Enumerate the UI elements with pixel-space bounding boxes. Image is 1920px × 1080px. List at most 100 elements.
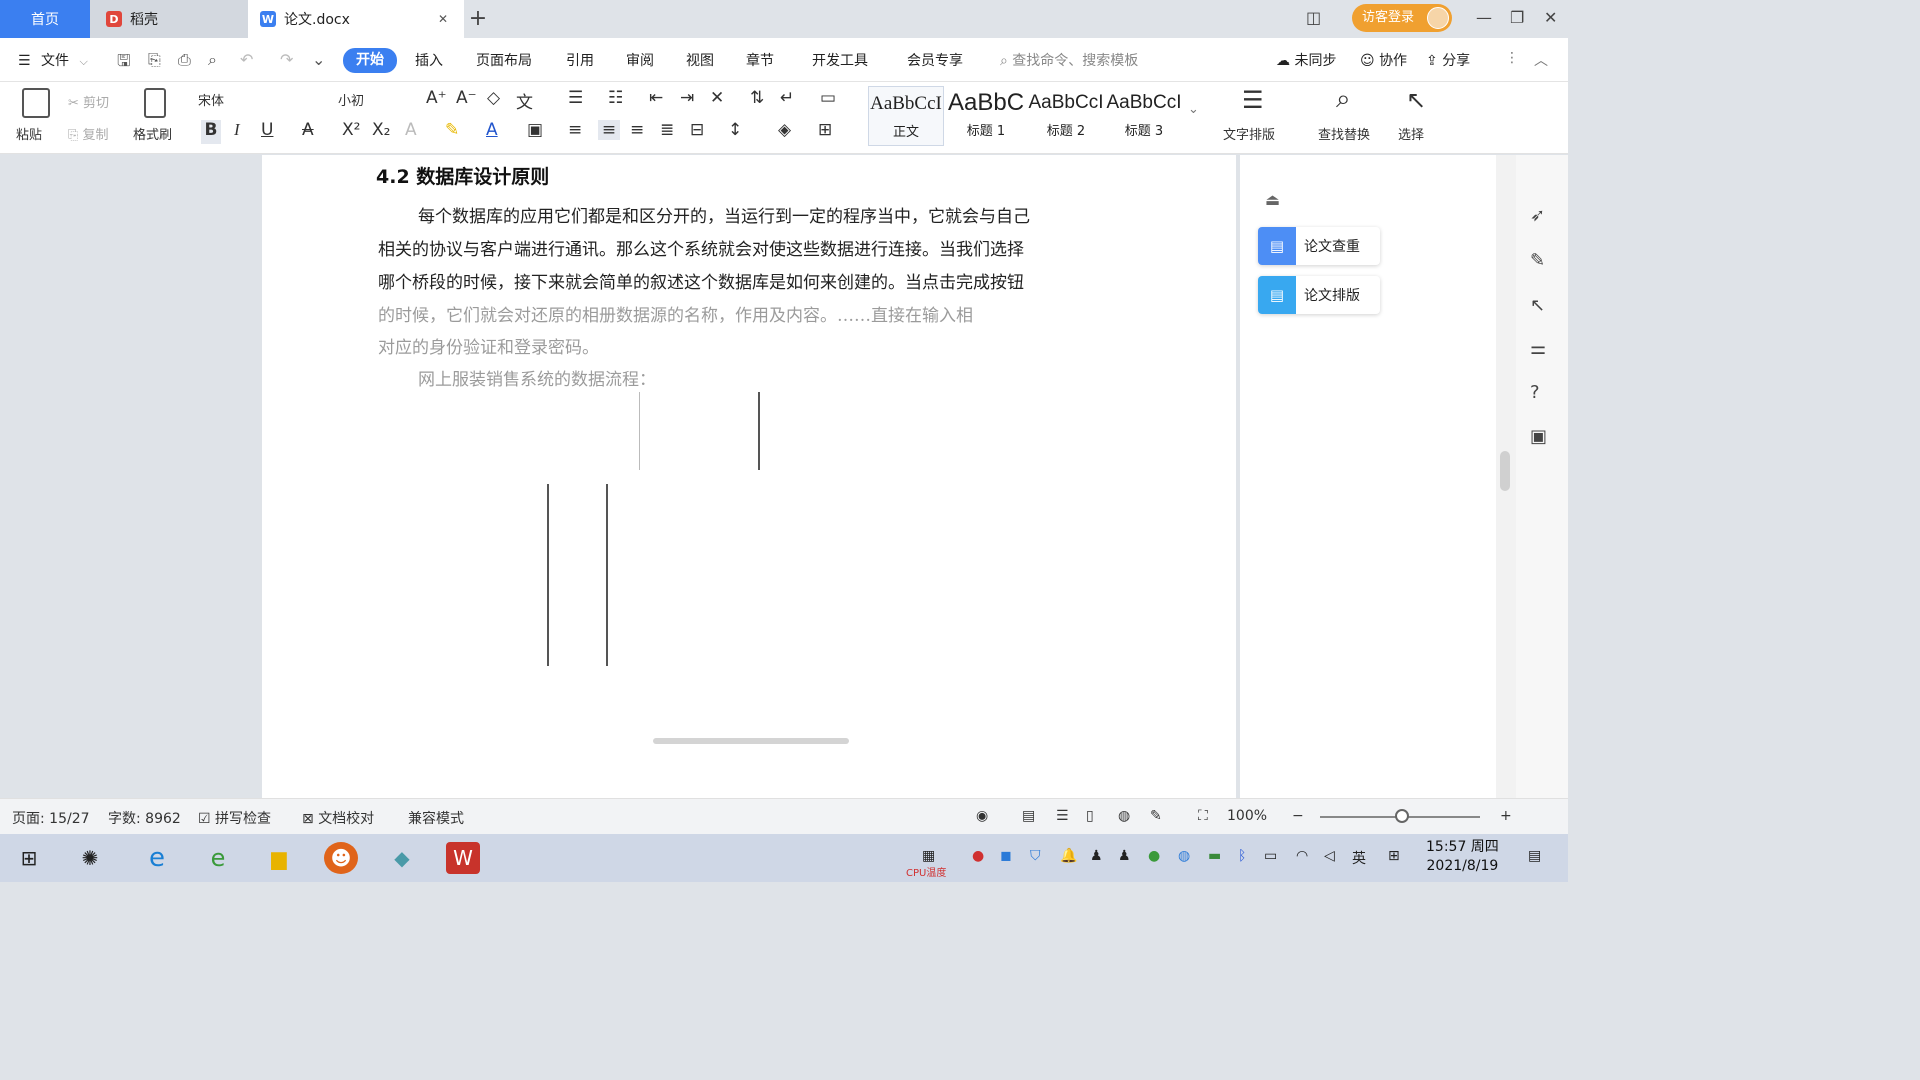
redo-icon[interactable]: ↷ (280, 50, 293, 69)
qq-alt-icon[interactable]: ♟ (1118, 848, 1131, 864)
minimize-icon[interactable]: — (1476, 8, 1492, 27)
layout-icon[interactable]: ◫ (1306, 8, 1321, 27)
collab-button[interactable]: ☺ 协作 (1360, 50, 1407, 70)
rocket-icon[interactable]: ➶ (1530, 205, 1545, 226)
style-heading-2[interactable]: AaBbCcI 标题 2 (1028, 86, 1104, 146)
wifi-icon[interactable]: ◠ (1296, 848, 1308, 864)
antivirus-icon[interactable]: ● (972, 848, 984, 864)
menu-home[interactable]: 开始 (343, 48, 397, 73)
zoom-slider-knob[interactable] (1395, 809, 1409, 823)
window-close-icon[interactable]: ✕ (1544, 8, 1557, 27)
sort-icon[interactable]: ⇅ (750, 88, 764, 108)
shield-icon[interactable]: ⛉ (1030, 848, 1041, 864)
close-icon[interactable]: ✕ (438, 12, 448, 26)
login-button[interactable]: 访客登录 (1352, 4, 1452, 32)
spell-check-button[interactable]: ☑ 拼写检查 (198, 808, 271, 828)
styles-more-icon[interactable]: ⌄ (1188, 102, 1199, 117)
cursor-select-icon[interactable]: ↖ (1406, 86, 1426, 114)
menu-view[interactable]: 视图 (686, 50, 714, 70)
vertical-scrollbar[interactable] (1496, 155, 1516, 798)
zoom-in-icon[interactable]: + (1500, 808, 1512, 824)
windows-start-icon[interactable]: ⊞ (12, 842, 46, 874)
justify-icon[interactable]: ≣ (660, 120, 674, 140)
bullet-list-icon[interactable]: ☰ (568, 88, 583, 108)
bell-icon[interactable]: 🔔 (1060, 848, 1077, 864)
export-icon[interactable]: ⎘ (148, 50, 161, 70)
text-layout-button[interactable]: 文字排版 (1223, 124, 1275, 143)
wps-icon[interactable]: W (446, 842, 480, 874)
highlight-icon[interactable]: ✎ (445, 120, 459, 140)
battery-icon[interactable]: ▭ (1264, 848, 1277, 864)
find-replace-button[interactable]: 查找替换 (1318, 124, 1370, 143)
menu-chapter[interactable]: 章节 (746, 50, 774, 70)
menu-review[interactable]: 审阅 (626, 50, 654, 70)
align-left-icon[interactable]: ≡ (568, 120, 582, 140)
page-view-icon[interactable]: ▤ (1022, 808, 1035, 824)
select-button[interactable]: 选择 (1398, 124, 1424, 143)
collapse-ribbon-icon[interactable]: ︿ (1534, 50, 1548, 70)
increase-indent-icon[interactable]: ⇥ (680, 88, 694, 108)
line-spacing-icon[interactable]: ↕ (728, 120, 742, 140)
char-border-icon[interactable]: ▣ (527, 120, 543, 140)
gallery-icon[interactable]: ▣ (1530, 426, 1547, 447)
style-heading-1[interactable]: AaBbC 标题 1 (948, 86, 1024, 146)
scrollbar-thumb[interactable] (1500, 451, 1510, 491)
share-button[interactable]: ⇪ 分享 (1426, 50, 1470, 70)
qq-icon[interactable]: ♟ (1090, 848, 1103, 864)
adjust-icon[interactable]: ⚌ (1530, 338, 1546, 359)
text-effect-icon[interactable]: A (405, 120, 417, 140)
style-heading-3[interactable]: AaBbCcI 标题 3 (1106, 86, 1182, 146)
ruler-icon[interactable]: ▭ (820, 88, 836, 108)
subscript-icon[interactable]: X₂ (372, 120, 390, 140)
undo-icon[interactable]: ↶ (240, 50, 253, 69)
align-center-icon[interactable]: ≡ (598, 120, 620, 140)
app-tray-icon[interactable]: ● (1148, 848, 1160, 864)
clear-format-icon[interactable]: ◇ (487, 88, 500, 108)
style-normal[interactable]: AaBbCcI 正文 (868, 86, 944, 146)
proofread-button[interactable]: ⊠ 文档校对 (302, 808, 374, 828)
cloud-tray-icon[interactable]: ◍ (1178, 848, 1190, 864)
tab-daoke[interactable]: D 稻壳 (90, 0, 248, 38)
underline-icon[interactable]: U (261, 120, 273, 140)
notification-icon[interactable]: ▤ (1528, 848, 1541, 864)
fit-page-icon[interactable]: ⛶ (1198, 808, 1208, 824)
web-view-icon[interactable]: ◍ (1118, 808, 1130, 824)
menu-insert[interactable]: 插入 (415, 50, 443, 70)
clock[interactable]: 15:57 周四 2021/8/19 (1426, 838, 1499, 876)
gpu-icon[interactable]: ▬ (1208, 848, 1221, 864)
font-color-icon[interactable]: A (486, 120, 498, 140)
shading-icon[interactable]: ◈ (778, 120, 791, 140)
superscript-icon[interactable]: X² (342, 120, 360, 140)
find-icon[interactable]: ⌕ (1336, 84, 1351, 115)
bold-icon[interactable]: B (201, 120, 221, 144)
network-tool-icon[interactable]: ◼ (1000, 848, 1012, 864)
cpu-temp-icon[interactable]: ▦ (922, 848, 935, 864)
eye-protect-icon[interactable]: ◉ (976, 808, 988, 824)
zoom-out-icon[interactable]: − (1292, 808, 1304, 824)
browser-360-icon[interactable]: e (201, 842, 235, 874)
keyboard-icon[interactable]: ⊞ (1388, 848, 1400, 864)
volume-icon[interactable]: ◁ (1324, 848, 1335, 864)
border-icon[interactable]: ⊞ (818, 120, 832, 140)
decrease-indent-icon[interactable]: ⇤ (649, 88, 663, 108)
tab-document[interactable]: W 论文.docx ✕ (248, 0, 464, 38)
ie-browser-icon[interactable]: e (140, 842, 174, 874)
grow-font-icon[interactable]: A⁺ (426, 88, 447, 108)
menu-references[interactable]: 引用 (566, 50, 594, 70)
horizontal-scrollbar[interactable] (653, 738, 849, 744)
word-count[interactable]: 字数: 8962 (108, 808, 181, 828)
paste-button[interactable]: 粘贴 (16, 124, 42, 143)
add-tab-icon[interactable]: + (468, 6, 488, 32)
restore-icon[interactable]: ❐ (1510, 8, 1524, 27)
align-right-icon[interactable]: ≡ (630, 120, 644, 140)
font-name-select[interactable]: 宋体 (198, 90, 328, 112)
paper-check-button[interactable]: ▤ 论文查重 (1258, 227, 1380, 265)
cut-button[interactable]: ✂ 剪切 (68, 92, 109, 111)
ime-indicator[interactable]: 英 (1352, 848, 1366, 868)
media-player-icon[interactable]: ☻ (324, 842, 358, 874)
tab-home[interactable]: 首页 (0, 0, 90, 38)
panel-collapse-icon[interactable]: ⏏ (1265, 190, 1280, 209)
sync-button[interactable]: ☁ 未同步 (1276, 50, 1336, 70)
format-painter-button[interactable]: 格式刷 (133, 124, 172, 143)
preview-icon[interactable]: ⌕ (208, 50, 217, 70)
